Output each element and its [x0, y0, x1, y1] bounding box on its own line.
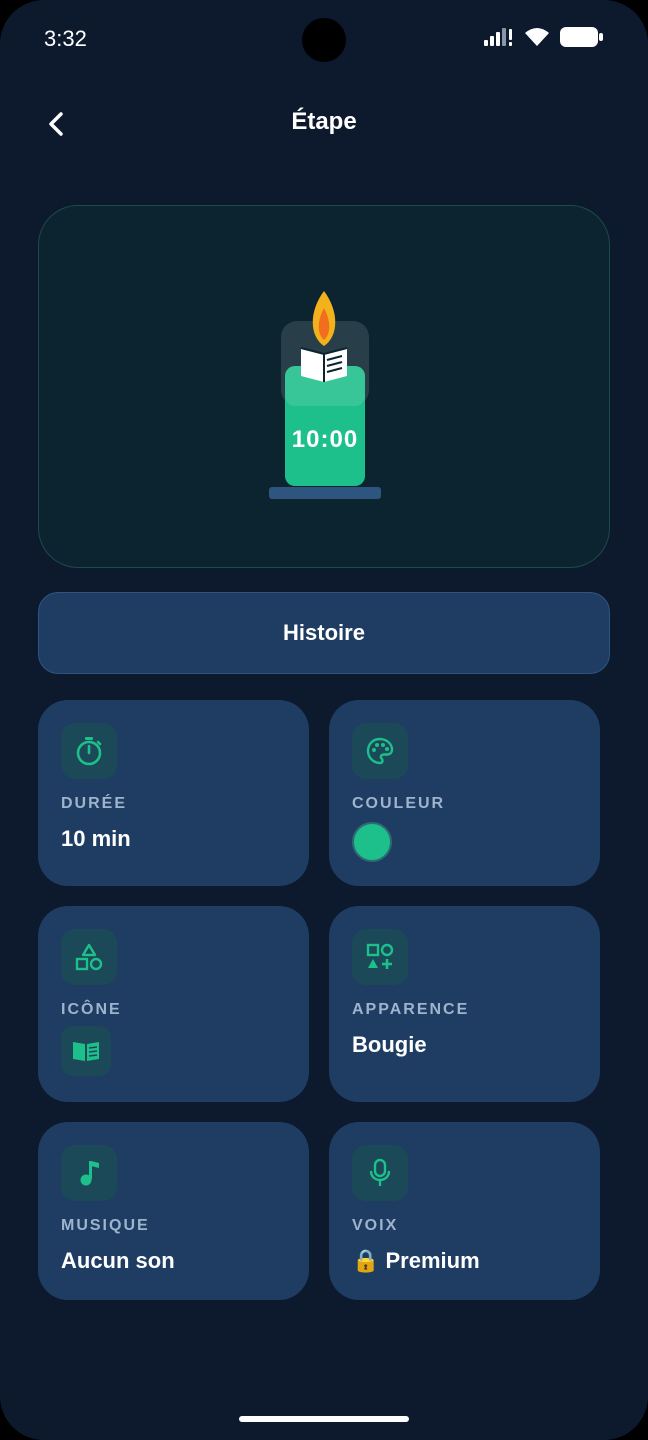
- color-swatch[interactable]: [352, 822, 392, 862]
- camera-cutout: [302, 18, 346, 62]
- icon-label: ICÔNE: [61, 1001, 122, 1018]
- music-icon-box: [61, 1145, 117, 1201]
- page-title: Étape: [291, 108, 357, 135]
- candle-illustration: 10:00: [269, 286, 381, 501]
- battery-icon: [560, 27, 603, 47]
- palette-icon: [366, 737, 394, 765]
- color-label: COULEUR: [352, 795, 446, 812]
- book-icon: [300, 347, 348, 382]
- appearance-card[interactable]: APPARENCE Bougie: [329, 906, 600, 1102]
- book-icon: [73, 1042, 99, 1061]
- status-icons: [484, 26, 604, 48]
- music-note-icon: [80, 1161, 99, 1186]
- appearance-value: Bougie: [352, 1032, 427, 1057]
- wifi-icon: [525, 28, 549, 46]
- appearance-label: APPARENCE: [352, 1001, 470, 1018]
- status-bar: 3:32: [0, 0, 648, 80]
- icon-icon-box: [61, 929, 117, 985]
- music-value: Aucun son: [61, 1248, 175, 1273]
- selected-icon-preview[interactable]: [61, 1026, 111, 1076]
- home-indicator[interactable]: [239, 1416, 409, 1422]
- voice-value: 🔒 Premium: [352, 1248, 480, 1273]
- microphone-icon: [369, 1158, 391, 1186]
- color-card[interactable]: COULEUR: [329, 700, 600, 886]
- color-icon-box: [352, 723, 408, 779]
- candle-timer: 10:00: [291, 426, 359, 453]
- category-icon: [366, 943, 394, 969]
- appearance-icon-box: [352, 929, 408, 985]
- voice-label: VOIX: [352, 1217, 399, 1234]
- shapes-icon: [75, 943, 103, 971]
- music-label: MUSIQUE: [61, 1217, 150, 1234]
- status-time: 3:32: [44, 26, 87, 51]
- duration-value: 10 min: [61, 826, 131, 851]
- timer-icon: [76, 737, 102, 766]
- candle-preview-card: 10:00: [38, 205, 610, 568]
- histoire-button[interactable]: Histoire: [38, 592, 610, 674]
- music-card[interactable]: MUSIQUE Aucun son: [38, 1122, 309, 1300]
- top-app-bar: Étape: [0, 96, 648, 152]
- duration-label: DURÉE: [61, 795, 128, 812]
- voice-card[interactable]: VOIX 🔒 Premium: [329, 1122, 600, 1300]
- voice-icon-box: [352, 1145, 408, 1201]
- icon-card[interactable]: ICÔNE: [38, 906, 309, 1102]
- signal-icon: [484, 28, 512, 46]
- phone-screen: 3:32 Étape 10:00 Histoire DURÉE 10 min C…: [0, 0, 648, 1440]
- duration-icon-box: [61, 723, 117, 779]
- duration-card[interactable]: DURÉE 10 min: [38, 700, 309, 886]
